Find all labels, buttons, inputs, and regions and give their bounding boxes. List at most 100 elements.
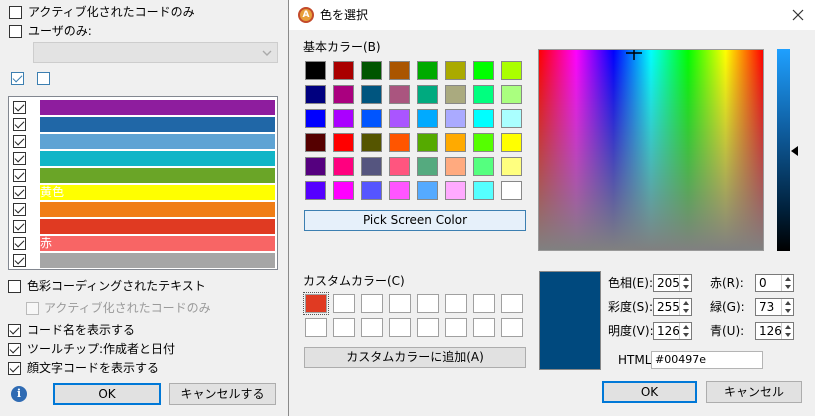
code-row[interactable] (9, 116, 277, 133)
basic-color-swatch[interactable] (305, 61, 326, 80)
green-spinbox[interactable]: 73 (755, 298, 794, 316)
basic-color-swatch[interactable] (361, 133, 382, 152)
spin-arrows-icon[interactable] (679, 323, 691, 339)
custom-color-swatch[interactable] (473, 318, 495, 337)
dialog-titlebar[interactable]: A 色を選択 (289, 0, 815, 30)
basic-color-swatch[interactable] (305, 157, 326, 176)
close-icon[interactable] (792, 9, 804, 21)
tooltip-author-date-checkbox[interactable] (8, 343, 21, 356)
add-custom-color-button[interactable]: カスタムカラーに追加(A) (304, 347, 526, 368)
code-row-checkbox[interactable] (13, 254, 26, 267)
basic-color-swatch[interactable] (445, 109, 466, 128)
active-codes-only-checkbox[interactable] (9, 6, 22, 19)
custom-color-swatch[interactable] (473, 294, 495, 313)
basic-color-swatch[interactable] (333, 133, 354, 152)
basic-color-swatch[interactable] (389, 85, 410, 104)
basic-color-swatch[interactable] (305, 109, 326, 128)
basic-color-swatch[interactable] (473, 85, 494, 104)
hue-saturation-spectrum[interactable] (538, 49, 764, 251)
spin-arrows-icon[interactable] (781, 323, 793, 339)
info-icon[interactable]: i (11, 386, 27, 402)
basic-color-swatch[interactable] (389, 61, 410, 80)
basic-color-swatch[interactable] (361, 109, 382, 128)
code-row[interactable] (9, 133, 277, 150)
code-row[interactable]: 赤 (9, 235, 277, 252)
show-code-names-checkbox[interactable] (8, 324, 21, 337)
code-row-checkbox[interactable] (13, 101, 26, 114)
basic-color-swatch[interactable] (389, 109, 410, 128)
basic-color-swatch[interactable] (501, 181, 522, 200)
custom-color-swatch[interactable] (501, 294, 523, 313)
code-row[interactable] (9, 252, 277, 269)
basic-color-swatch[interactable] (445, 85, 466, 104)
user-only-checkbox[interactable] (9, 25, 22, 38)
custom-color-swatch[interactable] (445, 294, 467, 313)
code-row[interactable]: 黄色 (9, 184, 277, 201)
basic-color-swatch[interactable] (361, 61, 382, 80)
custom-color-swatch[interactable] (333, 318, 355, 337)
uncheck-all-checkbox[interactable] (37, 72, 50, 85)
basic-color-swatch[interactable] (333, 181, 354, 200)
code-row[interactable] (9, 99, 277, 116)
basic-color-swatch[interactable] (473, 109, 494, 128)
basic-color-swatch[interactable] (305, 133, 326, 152)
basic-color-swatch[interactable] (389, 157, 410, 176)
code-row-checkbox[interactable] (13, 135, 26, 148)
code-color-list[interactable]: 黄色赤 (8, 96, 278, 270)
dialog-cancel-button[interactable]: キャンセル (706, 381, 802, 403)
custom-color-swatch[interactable] (361, 294, 383, 313)
custom-color-swatch[interactable] (303, 292, 329, 315)
basic-color-swatch[interactable] (501, 133, 522, 152)
dialog-ok-button[interactable]: OK (602, 381, 697, 403)
basic-color-swatch[interactable] (361, 157, 382, 176)
code-row-checkbox[interactable] (13, 186, 26, 199)
hue-spinbox[interactable]: 205 (653, 274, 692, 292)
code-row[interactable] (9, 150, 277, 167)
basic-color-swatch[interactable] (473, 61, 494, 80)
basic-color-swatch[interactable] (417, 181, 438, 200)
basic-color-swatch[interactable] (501, 85, 522, 104)
color-coded-text-checkbox[interactable] (8, 280, 21, 293)
basic-color-swatch[interactable] (361, 85, 382, 104)
red-spinbox[interactable]: 0 (755, 274, 794, 292)
basic-color-swatch[interactable] (361, 181, 382, 200)
code-row-checkbox[interactable] (13, 118, 26, 131)
ok-button[interactable]: OK (53, 383, 161, 405)
code-row-checkbox[interactable] (13, 220, 26, 233)
basic-color-swatch[interactable] (473, 133, 494, 152)
basic-color-swatch[interactable] (445, 157, 466, 176)
code-row[interactable] (9, 201, 277, 218)
basic-color-swatch[interactable] (501, 61, 522, 80)
code-row-checkbox[interactable] (13, 169, 26, 182)
basic-color-swatch[interactable] (473, 157, 494, 176)
basic-color-swatch[interactable] (417, 109, 438, 128)
basic-color-swatch[interactable] (417, 61, 438, 80)
basic-color-swatch[interactable] (333, 157, 354, 176)
spin-arrows-icon[interactable] (679, 275, 691, 291)
basic-color-swatch[interactable] (445, 181, 466, 200)
basic-color-swatch[interactable] (389, 133, 410, 152)
code-row-checkbox[interactable] (13, 237, 26, 250)
basic-color-swatch[interactable] (389, 181, 410, 200)
blue-spinbox[interactable]: 126 (755, 322, 794, 340)
saturation-spinbox[interactable]: 255 (653, 298, 692, 316)
pick-screen-color-button[interactable]: Pick Screen Color (304, 210, 526, 231)
code-row-checkbox[interactable] (13, 203, 26, 216)
basic-color-swatch[interactable] (305, 181, 326, 200)
custom-color-swatch[interactable] (501, 318, 523, 337)
custom-color-swatch[interactable] (445, 318, 467, 337)
basic-color-swatch[interactable] (417, 85, 438, 104)
html-hex-input[interactable]: #00497e (651, 351, 763, 369)
value-slider[interactable] (777, 49, 790, 251)
spin-arrows-icon[interactable] (781, 275, 793, 291)
custom-color-swatch[interactable] (361, 318, 383, 337)
check-all-checkbox[interactable] (11, 72, 24, 85)
spin-arrows-icon[interactable] (781, 299, 793, 315)
custom-color-swatch[interactable] (389, 318, 411, 337)
active-codes-only-sub-checkbox[interactable] (26, 302, 39, 315)
basic-color-swatch[interactable] (445, 61, 466, 80)
basic-color-swatch[interactable] (445, 133, 466, 152)
custom-color-swatch[interactable] (333, 294, 355, 313)
basic-color-swatch[interactable] (333, 85, 354, 104)
code-row[interactable] (9, 218, 277, 235)
